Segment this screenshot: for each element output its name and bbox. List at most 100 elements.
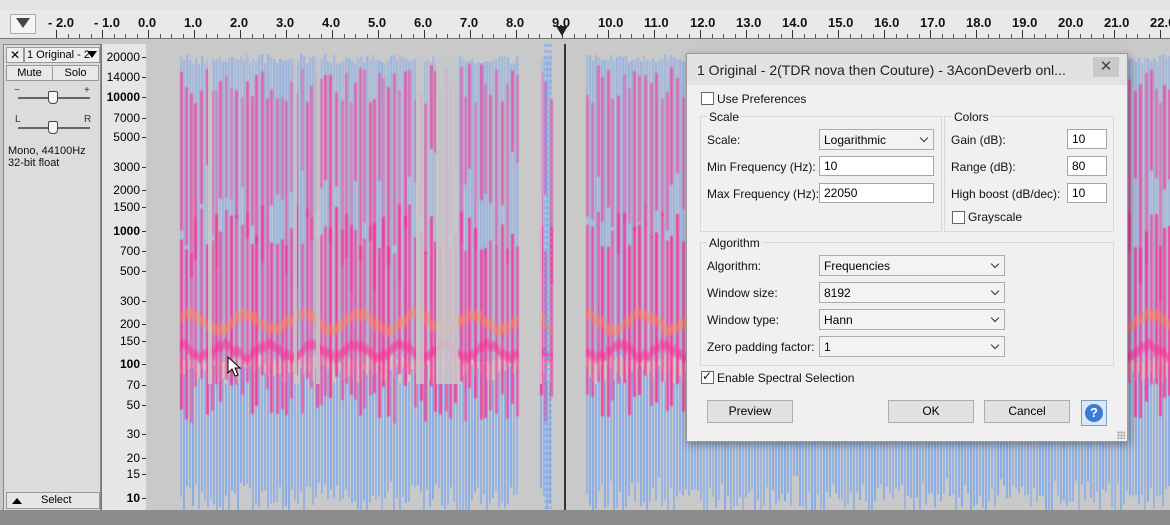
track-format: Mono, 44100Hz (8, 145, 86, 157)
timeline-minor-tick (964, 34, 966, 38)
timeline-tick (1068, 30, 1069, 38)
range-input[interactable] (1067, 156, 1107, 176)
timeline-tick (930, 30, 931, 38)
timeline-tick-label: 6.0 (414, 15, 433, 30)
timeline-minor-tick (895, 34, 897, 38)
gain-minus-label: − (14, 85, 20, 96)
timeline-minor-tick (527, 34, 529, 38)
timeline-tick (470, 30, 471, 38)
timeline-tick-label: 11.0 (644, 15, 669, 30)
pan-right-label: R (84, 114, 92, 125)
zero-padding-select[interactable]: 1 (819, 336, 1005, 357)
timeline-minor-tick (493, 34, 494, 38)
timeline-minor-tick (504, 34, 506, 38)
timeline-minor-tick (389, 34, 391, 38)
timeline-minor-tick (688, 34, 690, 38)
timeline-minor-tick (849, 34, 851, 38)
timeline-tick-label: 13.0 (736, 15, 762, 30)
track-bottom-bar[interactable]: Select (6, 492, 100, 509)
algorithm-select[interactable]: Frequencies (819, 255, 1005, 276)
timeline-tick (378, 30, 379, 38)
frequency-tick-label: 1000 (113, 223, 140, 238)
timeline-tick (1160, 30, 1161, 38)
high-boost-input[interactable] (1067, 183, 1107, 203)
preview-button[interactable]: Preview (707, 400, 793, 423)
algorithm-label: Algorithm: (707, 259, 762, 273)
window-size-value: 8192 (824, 286, 851, 300)
min-frequency-input[interactable] (819, 156, 934, 176)
scale-label: Scale: (707, 133, 741, 147)
timeline-minor-tick (1102, 34, 1104, 38)
enable-spectral-selection-checkbox[interactable] (701, 369, 714, 384)
cancel-button[interactable]: Cancel (984, 400, 1070, 423)
timeline-minor-tick (987, 34, 989, 38)
frequency-tick-label: 5000 (113, 130, 140, 145)
timeline-minor-tick (297, 34, 299, 38)
frequency-tick-label: 20000 (106, 49, 140, 64)
timeline-minor-tick (1148, 34, 1150, 38)
dialog-titlebar[interactable]: 1 Original - 2(TDR nova then Couture) - … (687, 54, 1127, 85)
timeline-minor-tick (619, 34, 621, 38)
timeline-minor-tick (803, 34, 805, 38)
timeline-tick (332, 30, 333, 38)
timeline-menu-button[interactable] (10, 14, 36, 34)
triangle-down-icon (87, 51, 97, 58)
close-button[interactable]: ✕ (1093, 57, 1119, 77)
timeline-minor-tick (435, 34, 437, 38)
ok-button[interactable]: OK (888, 400, 974, 423)
window-size-select[interactable]: 8192 (819, 282, 1005, 303)
track-name-label: 1 Original - 2 (27, 49, 90, 61)
timeline-minor-tick (113, 34, 115, 38)
gain-slider-thumb[interactable] (48, 91, 58, 104)
timeline-tick (700, 30, 701, 38)
track-bit-depth: 32-bit float (8, 157, 60, 169)
timeline-tick-label: 3.0 (276, 15, 295, 30)
use-preferences-label: Use Preferences (717, 92, 807, 106)
timeline-minor-tick (861, 34, 862, 38)
solo-button[interactable]: Solo (52, 65, 99, 81)
use-preferences-checkbox[interactable] (701, 92, 714, 105)
grayscale-checkbox[interactable] (952, 211, 965, 224)
timeline-tick-label: 21.0 (1104, 15, 1130, 30)
play-position-marker[interactable] (556, 26, 568, 36)
timeline-tick-label: 12.0 (690, 15, 716, 30)
timeline-minor-tick (815, 34, 816, 38)
colors-group-title: Colors (952, 110, 991, 124)
pan-slider-thumb[interactable] (48, 121, 58, 134)
timeline-minor-tick (90, 34, 92, 38)
timeline-tick (746, 30, 747, 38)
resize-grip-icon[interactable] (1117, 431, 1125, 439)
select-button[interactable]: Select (41, 494, 72, 506)
window-type-select[interactable]: Hann (819, 309, 1005, 330)
help-button[interactable]: ? (1081, 400, 1107, 426)
max-frequency-input[interactable] (819, 183, 934, 203)
gain-input[interactable] (1067, 129, 1107, 149)
timeline-minor-tick (953, 34, 954, 38)
timeline-minor-tick (826, 34, 828, 38)
mute-button[interactable]: Mute (6, 65, 53, 81)
timeline-tick (1022, 30, 1023, 38)
timeline-minor-tick (1045, 34, 1046, 38)
pan-left-label: L (15, 114, 21, 125)
collapse-triangle-icon[interactable] (12, 498, 22, 504)
timeline-ruler[interactable]: - 2.0- 1.0 0.0 1.0 2.0 3.0 4.0 5.0 6.0 7.0 8.0 9.0… (0, 10, 1170, 39)
timeline-tick (194, 30, 195, 38)
frequency-tick-label: 30 (126, 427, 140, 442)
timeline-tick (516, 30, 517, 38)
frequency-tick-label: 10 (126, 491, 140, 505)
scale-select[interactable]: Logarithmic (819, 129, 934, 150)
timeline-tick-label: 10.0 (598, 15, 624, 30)
timeline-minor-tick (999, 34, 1000, 38)
horizontal-scroll-area[interactable] (0, 510, 1170, 525)
timeline-minor-tick (343, 34, 345, 38)
timeline-minor-tick (159, 34, 161, 38)
timeline-minor-tick (251, 34, 253, 38)
timeline-minor-tick (1010, 34, 1012, 38)
track-close-button[interactable]: ✕ (6, 47, 24, 63)
timeline-tick (608, 30, 609, 38)
frequency-ruler[interactable]: 20000 14000 10000 7000 5000 3000 2000 1500 1000 7… (101, 44, 147, 510)
timeline-tick-label: 17.0 (920, 15, 946, 30)
track-name-menu[interactable]: 1 Original - 2 (24, 47, 100, 63)
timeline-minor-tick (585, 34, 586, 38)
frequency-tick-label: 10000 (106, 89, 140, 104)
